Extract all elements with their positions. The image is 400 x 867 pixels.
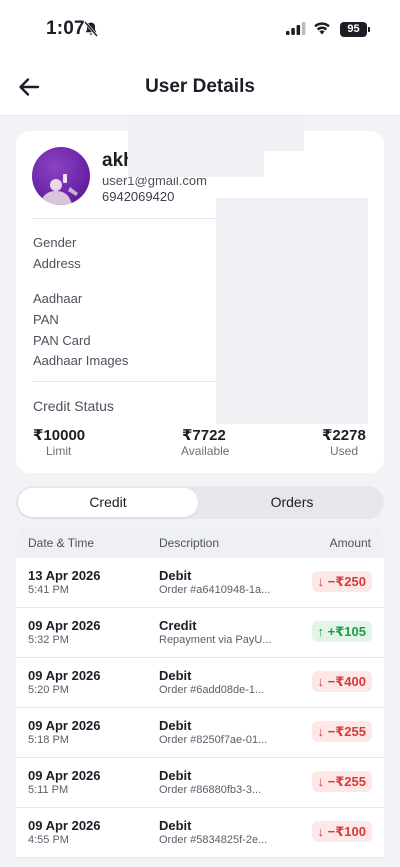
date-time-header: Date & Time xyxy=(28,536,95,550)
avatar-figure-icon xyxy=(40,174,78,205)
row-time: 5:20 PM xyxy=(28,684,69,696)
row-date: 09 Apr 2026 xyxy=(28,768,101,783)
pan-label: PAN xyxy=(33,312,59,327)
aadhaar-images-label: Aadhaar Images xyxy=(33,353,129,368)
used-label: Used xyxy=(330,444,359,458)
transaction-tabs: Credit Orders xyxy=(16,486,384,519)
cellular-signal-icon xyxy=(286,22,306,35)
row-amount: ↓ −₹255 xyxy=(311,771,372,792)
description-header: Description xyxy=(159,536,220,550)
tab-orders[interactable]: Orders xyxy=(202,488,382,517)
credit-status-label: Credit Status xyxy=(33,398,114,414)
row-time: 5:11 PM xyxy=(28,784,69,796)
row-description: Order #8250f7ae-01... xyxy=(159,734,268,746)
limit-value: ₹10000 xyxy=(33,427,86,444)
row-date: 09 Apr 2026 xyxy=(28,718,101,733)
amount-header: Amount xyxy=(329,536,371,550)
table-row[interactable]: 09 Apr 2026 5:18 PM Debit Order #8250f7a… xyxy=(16,708,384,758)
row-time: 4:55 PM xyxy=(28,834,69,846)
used-value: ₹2278 xyxy=(322,427,366,444)
transactions-table-header: Date & Time Description Amount xyxy=(16,528,384,558)
card-divider xyxy=(32,218,216,219)
row-type: Debit xyxy=(159,668,192,683)
row-time: 5:41 PM xyxy=(28,584,69,596)
status-time: 1:07 xyxy=(46,18,85,39)
row-time: 5:18 PM xyxy=(28,734,69,746)
table-row[interactable]: 09 Apr 2026 5:20 PM Debit Order #6add08d… xyxy=(16,658,384,708)
row-amount: ↓ −₹100 xyxy=(311,821,372,842)
row-description: Order #6add08de-1... xyxy=(159,684,265,696)
available-value: ₹7722 xyxy=(182,427,226,444)
row-time: 5:32 PM xyxy=(28,634,69,646)
row-date: 09 Apr 2026 xyxy=(28,668,101,683)
app-header: User Details xyxy=(0,58,400,116)
row-type: Debit xyxy=(159,768,192,783)
redaction-block xyxy=(216,198,368,424)
table-row[interactable]: 13 Apr 2026 5:41 PM Debit Order #a641094… xyxy=(16,558,384,608)
row-type: Credit xyxy=(159,618,197,633)
row-type: Debit xyxy=(159,568,192,583)
card-divider xyxy=(32,381,216,382)
table-row[interactable]: 09 Apr 2026 5:32 PM Credit Repayment via… xyxy=(16,608,384,658)
redaction-block xyxy=(128,117,304,151)
row-amount: ↑ +₹105 xyxy=(311,621,372,642)
available-label: Available xyxy=(181,444,230,458)
profile-card: akh user1@gmail.com 6942069420 Gender Ad… xyxy=(16,117,384,473)
redaction-block xyxy=(128,151,264,177)
address-label: Address xyxy=(33,256,81,271)
row-date: 09 Apr 2026 xyxy=(28,618,101,633)
limit-label: Limit xyxy=(46,444,72,458)
row-description: Order #5834825f-2e... xyxy=(159,834,268,846)
user-phone: 6942069420 xyxy=(102,189,175,204)
row-amount: ↓ −₹400 xyxy=(311,671,372,692)
status-bar: 1:07 95 xyxy=(0,0,400,58)
user-avatar xyxy=(32,147,90,205)
tab-credit[interactable]: Credit xyxy=(18,488,198,517)
row-description: Order #a6410948-1a... xyxy=(159,584,271,596)
table-row[interactable]: 09 Apr 2026 4:55 PM Debit Order #5834825… xyxy=(16,808,384,858)
transactions-table: 13 Apr 2026 5:41 PM Debit Order #a641094… xyxy=(16,558,384,858)
bell-off-icon xyxy=(84,21,98,37)
pan-card-label: PAN Card xyxy=(33,333,91,348)
row-description: Order #86880fb3-3... xyxy=(159,784,262,796)
gender-label: Gender xyxy=(33,235,77,250)
battery-level: 95 xyxy=(347,23,360,35)
row-date: 13 Apr 2026 xyxy=(28,568,101,583)
row-amount: ↓ −₹250 xyxy=(311,571,372,592)
row-date: 09 Apr 2026 xyxy=(28,818,101,833)
battery-indicator: 95 xyxy=(340,22,370,37)
page-title: User Details xyxy=(145,76,255,97)
aadhaar-label: Aadhaar xyxy=(33,291,83,306)
row-description: Repayment via PayU... xyxy=(159,634,272,646)
wifi-icon xyxy=(314,22,330,35)
row-type: Debit xyxy=(159,818,192,833)
table-row[interactable]: 09 Apr 2026 5:11 PM Debit Order #86880fb… xyxy=(16,758,384,808)
row-amount: ↓ −₹255 xyxy=(311,721,372,742)
row-type: Debit xyxy=(159,718,192,733)
